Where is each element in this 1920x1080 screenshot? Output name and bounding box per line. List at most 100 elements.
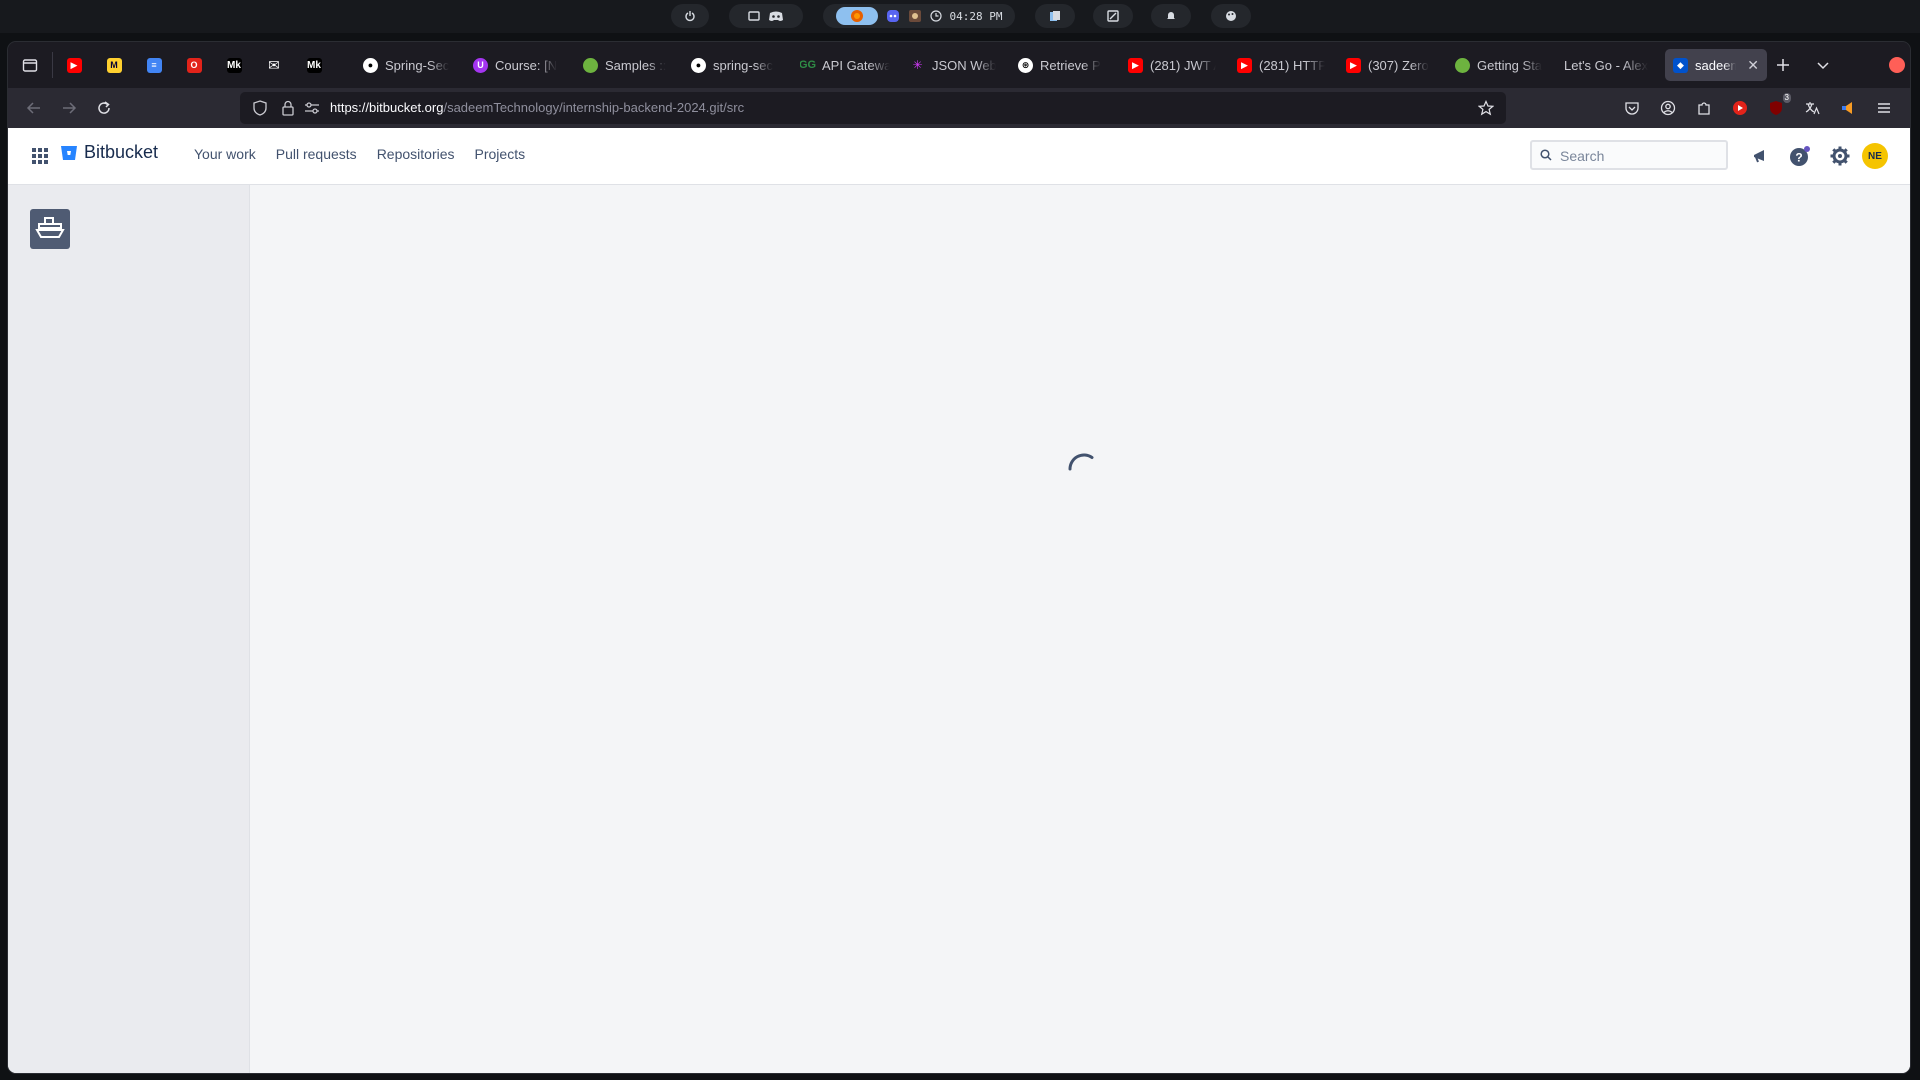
reload-button[interactable] [90,94,118,122]
tab-pinned-medium-2[interactable]: Mk [297,49,331,81]
tray-notifications[interactable] [1151,4,1191,28]
list-tabs-button[interactable] [1808,50,1838,80]
help-button[interactable]: ? [1788,144,1812,168]
bookmark-star-icon[interactable] [1478,100,1494,116]
tab-pinned-youtube[interactable]: ▶ [57,49,91,81]
url-bar[interactable]: https://bitbucket.org/sadeemTechnology/i… [240,92,1506,124]
pocket-icon [1625,102,1639,115]
power-button[interactable] [671,4,709,28]
google-docs-icon: ≡ [146,57,162,73]
bitbucket-logo[interactable]: Bitbucket [60,142,158,163]
tray-apps[interactable] [729,4,803,28]
search-icon [1540,149,1552,161]
permissions-icon[interactable] [304,100,320,116]
tab[interactable]: GG API Gatewa [800,49,890,81]
tab[interactable]: ● Spring-Sec [363,49,453,81]
new-tab-button[interactable] [1768,50,1798,80]
tab-pinned-miro[interactable]: M [97,49,131,81]
ublock-extension-button[interactable]: 3 [1764,93,1791,120]
palette-icon [1226,11,1236,21]
close-tab-icon[interactable]: ✕ [1747,57,1759,74]
nav-projects[interactable]: Projects [475,146,526,162]
jwt-icon: ✳ [912,58,923,72]
tab[interactable]: ▶ (281) HTTP [1237,49,1325,81]
nav-pull-requests[interactable]: Pull requests [276,146,357,162]
firefox-indicator[interactable] [835,7,878,25]
translate-icon [1805,102,1820,115]
lock-icon[interactable] [280,100,296,116]
tab-label: JSON Web [932,57,996,73]
tab-label: API Gatewa [822,57,890,73]
ship-icon [35,217,65,238]
spring-icon [583,57,598,73]
tab-active[interactable]: ◆ sadeem ✕ [1665,49,1767,81]
forward-button[interactable] [55,94,83,122]
account-button[interactable] [1656,96,1680,120]
youtube-extension-button[interactable] [1728,96,1752,120]
megaphone-icon [1842,102,1852,114]
tab-label: sadeem [1695,57,1737,73]
youtube-icon: ▶ [66,57,82,73]
chevron-down-icon [1817,62,1829,70]
shield-icon[interactable] [252,100,268,116]
colorful-extension-button[interactable] [1836,96,1860,120]
tab-pinned-mail[interactable]: ✉ [257,49,291,81]
search-input[interactable] [1558,145,1722,167]
tab-overview-button[interactable] [16,51,44,79]
window-close-button[interactable] [1889,57,1905,73]
tab-label: (281) HTTP [1259,57,1325,73]
search-box[interactable] [1530,140,1728,170]
ublock-icon [1770,101,1782,115]
tray-palette[interactable] [1211,4,1251,28]
menu-button[interactable] [1872,96,1896,120]
tab[interactable]: Getting Sta [1455,49,1543,81]
extensions-button[interactable] [1692,96,1716,120]
tab-label: Spring-Sec [385,57,450,73]
tab-label: spring-sec [713,57,773,73]
tab[interactable]: ▶ (281) JWT A [1128,49,1216,81]
bell-icon [1167,12,1175,19]
tab[interactable]: U Course: [N [473,49,563,81]
tray-files[interactable] [1035,4,1075,28]
tab[interactable]: ⊛ Retrieve P [1018,49,1106,81]
url-host: https://bitbucket.org [330,100,444,115]
spring-icon [1455,57,1470,73]
github-icon: ● [691,57,706,73]
plus-icon [1777,59,1789,71]
tab-pinned-medium[interactable]: Mk [217,49,251,81]
repository-avatar[interactable] [30,209,70,249]
pocket-button[interactable] [1620,96,1644,120]
tray-status: 04:28 PM [823,4,1015,28]
app-switcher-button[interactable] [28,144,52,168]
nav-repositories[interactable]: Repositories [377,146,455,162]
github-icon: ● [363,57,378,73]
hamburger-icon [1878,103,1890,113]
tab-label: (281) JWT A [1150,57,1216,73]
bitbucket-icon: ◆ [1673,57,1688,73]
tab[interactable]: ✳ JSON Web [910,49,996,81]
firefox-icon [850,10,863,22]
url-text[interactable]: https://bitbucket.org/sadeemTechnology/i… [330,100,744,115]
sidebar [8,185,250,1073]
tab-label: Samples :: [605,57,667,73]
system-bar: 04:28 PM [0,0,1920,33]
tab[interactable]: ● spring-sec [691,49,779,81]
clock-icon [929,10,942,22]
translate-extension-button[interactable] [1800,96,1824,120]
tab[interactable]: ▶ (307) Zero [1346,49,1434,81]
tray-screenshot[interactable] [1093,4,1133,28]
geeks-icon: GG [800,59,817,71]
nav-your-work[interactable]: Your work [194,146,256,162]
grid-icon [32,148,48,164]
tab-label: Getting Sta [1477,57,1543,73]
nav-bar: https://bitbucket.org/sadeemTechnology/i… [8,88,1910,128]
settings-button[interactable] [1828,144,1852,168]
back-button[interactable] [20,94,48,122]
tab-pinned-oracle[interactable]: O [177,49,211,81]
udemy-icon: U [473,57,488,73]
tab[interactable]: Let's Go - Alex [1564,49,1652,81]
tab[interactable]: Samples :: [583,49,668,81]
avatar[interactable]: NE [1862,143,1888,169]
notifications-button[interactable] [1748,144,1772,168]
tab-pinned-docs[interactable]: ≡ [137,49,171,81]
